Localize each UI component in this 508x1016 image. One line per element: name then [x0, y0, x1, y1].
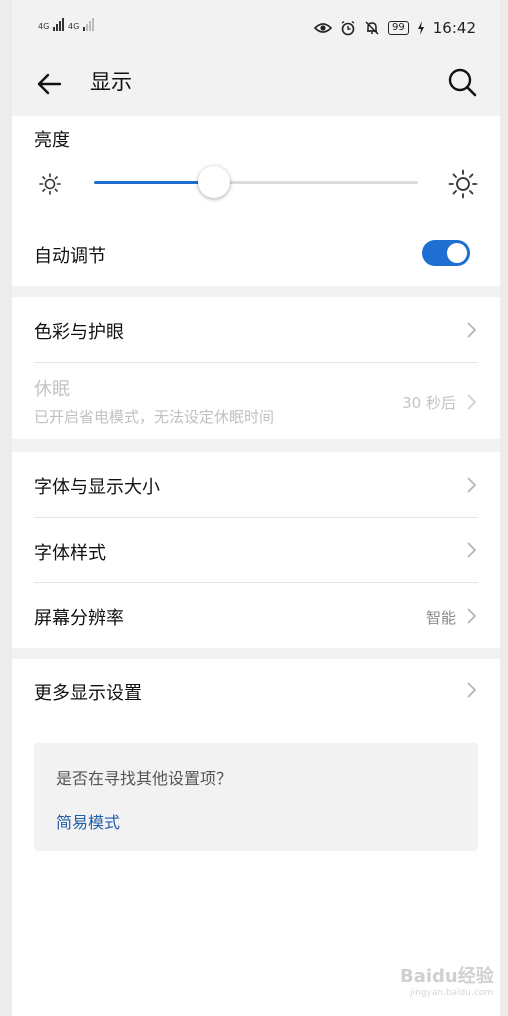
arrow-left-icon[interactable] — [34, 68, 66, 100]
font-display-card: 字体与显示大小 字体样式 屏幕分辨率 智能 — [12, 452, 500, 648]
chevron-right-icon — [467, 322, 477, 338]
more-display-label: 更多显示设置 — [34, 683, 142, 704]
more-display-row[interactable]: 更多显示设置 — [12, 659, 500, 723]
clock: 16:42 — [432, 19, 476, 37]
signal-2: 4G — [68, 18, 95, 31]
phone-screen: 4G 4G 99 16:42 显示 亮度 自动调节 色彩与护眼 休眠 已开启省电… — [12, 0, 500, 1016]
simple-mode-link[interactable]: 简易模式 — [56, 809, 120, 833]
chevron-right-icon — [467, 608, 477, 624]
signal-bars-icon — [82, 18, 95, 31]
slider-thumb[interactable] — [197, 166, 230, 198]
suggestion-box: 是否在寻找其他设置项？ 简易模式 — [34, 743, 478, 851]
sleep-sublabel: 已开启省电模式，无法设定休眠时间 — [34, 408, 275, 426]
signal-1: 4G — [38, 18, 65, 31]
resolution-label: 屏幕分辨率 — [34, 608, 124, 629]
page-title: 显示 — [90, 70, 132, 94]
suggestion-question: 是否在寻找其他设置项？ — [56, 769, 233, 788]
resolution-row[interactable]: 屏幕分辨率 智能 — [12, 583, 500, 648]
status-bar: 4G 4G 99 16:42 — [12, 0, 500, 56]
brightness-label: 亮度 — [34, 130, 70, 151]
status-icons: 99 16:42 — [314, 18, 476, 38]
signal-bars-icon — [52, 18, 65, 31]
network-type-label: 4G — [38, 22, 50, 31]
brightness-slider[interactable] — [94, 166, 418, 198]
charging-icon — [417, 21, 424, 35]
watermark-logo: Baidu经验 — [400, 966, 494, 987]
resolution-value: 智能 — [425, 609, 456, 627]
color-sleep-card: 色彩与护眼 休眠 已开启省电模式，无法设定休眠时间 30 秒后 — [12, 297, 500, 439]
watermark-url: jingyan.baidu.com — [410, 988, 494, 998]
chevron-right-icon — [467, 477, 477, 493]
auto-brightness-toggle[interactable] — [422, 240, 470, 266]
chevron-right-icon — [467, 542, 477, 558]
chevron-right-icon — [467, 394, 477, 410]
sleep-row: 休眠 已开启省电模式，无法设定休眠时间 30 秒后 — [12, 363, 500, 439]
brightness-high-icon — [448, 169, 478, 199]
network-type-label: 4G — [68, 22, 80, 31]
font-size-label: 字体与显示大小 — [34, 477, 160, 498]
font-style-label: 字体样式 — [34, 543, 106, 564]
sleep-value: 30 秒后 — [402, 394, 456, 412]
color-eye-label: 色彩与护眼 — [34, 322, 124, 343]
slider-fill — [94, 181, 214, 184]
font-size-row[interactable]: 字体与显示大小 — [12, 452, 500, 517]
color-eye-row[interactable]: 色彩与护眼 — [12, 297, 500, 362]
toggle-knob — [447, 243, 467, 263]
font-style-row[interactable]: 字体样式 — [12, 518, 500, 582]
auto-brightness-label: 自动调节 — [34, 246, 106, 267]
brightness-card: 亮度 自动调节 — [12, 116, 500, 286]
mute-bell-icon — [365, 21, 379, 35]
battery-icon: 99 — [388, 21, 409, 35]
search-icon[interactable] — [446, 66, 478, 98]
chevron-right-icon — [467, 682, 477, 698]
eye-comfort-icon — [314, 23, 333, 33]
sleep-label: 休眠 — [34, 379, 70, 400]
app-header: 显示 — [12, 56, 500, 112]
alarm-icon — [341, 20, 355, 36]
brightness-low-icon — [39, 173, 61, 195]
